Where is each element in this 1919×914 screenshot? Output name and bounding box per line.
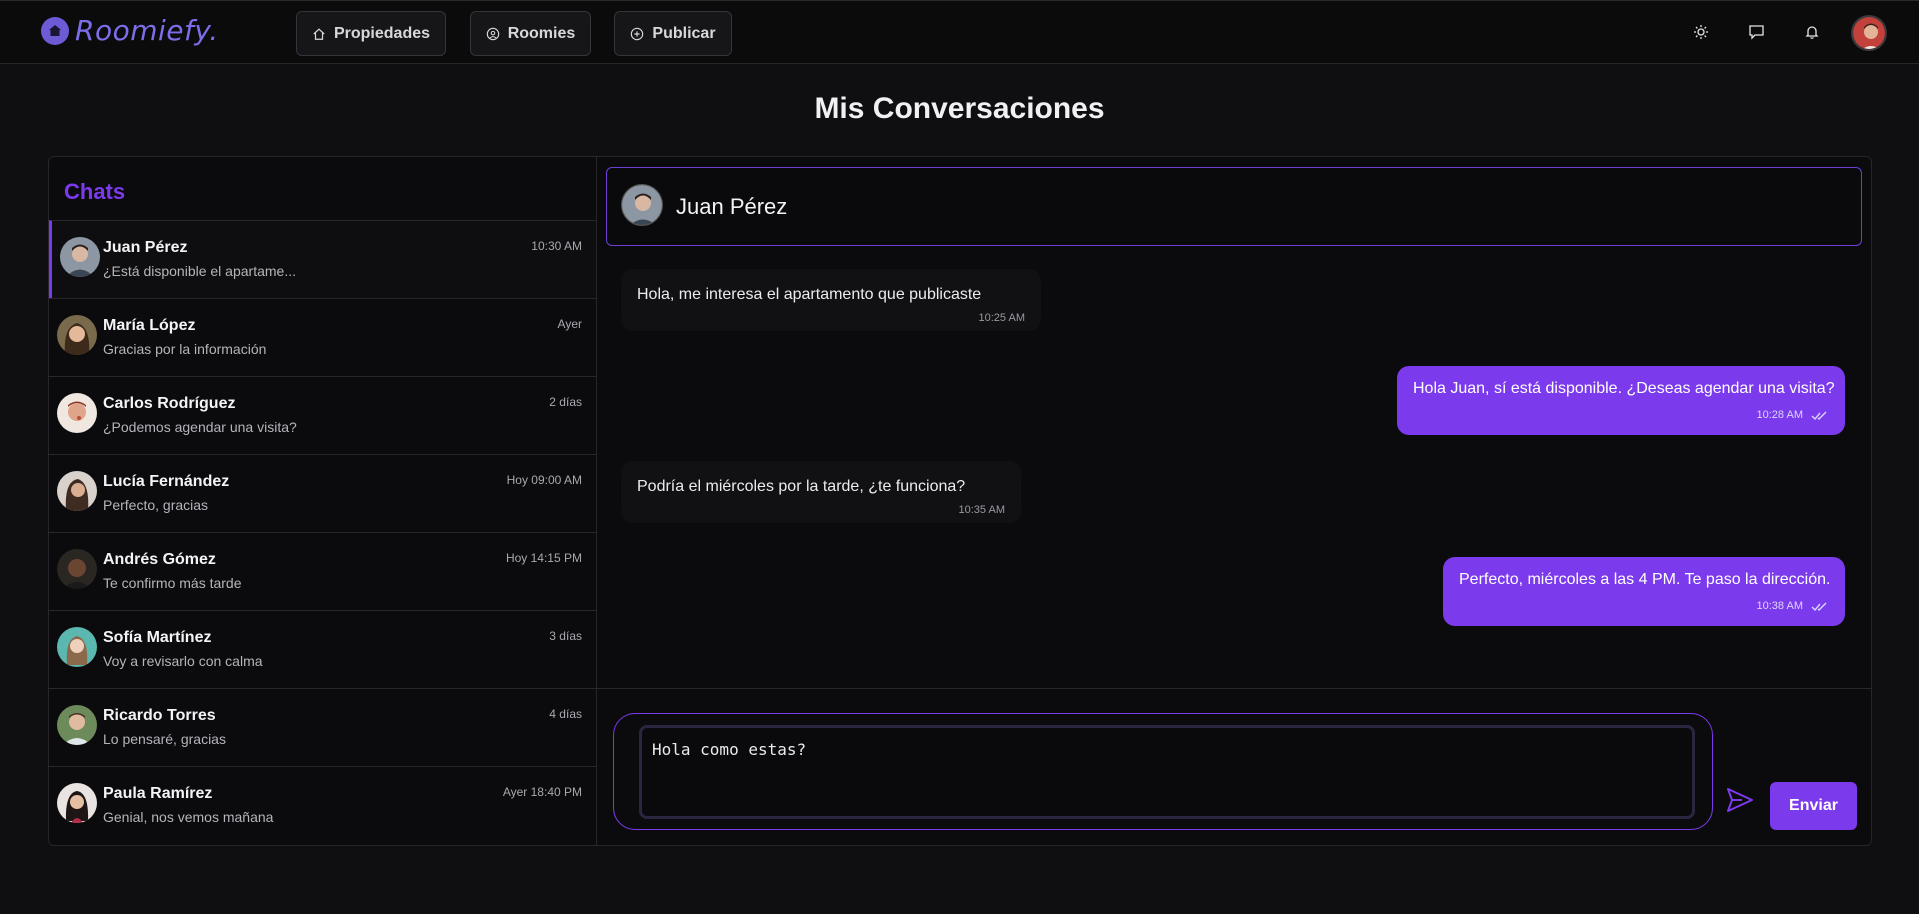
send-icon[interactable]	[1726, 787, 1754, 813]
chat-preview: Te confirmo más tarde	[103, 575, 242, 591]
chat-time: Ayer 18:40 PM	[502, 785, 582, 799]
avatar	[57, 393, 97, 433]
messages-panel: Chats Juan Pérez ¿Está disponible el apa…	[48, 156, 1872, 846]
chat-preview: Gracias por la información	[103, 341, 267, 357]
message-text: Perfecto, miércoles a las 4 PM. Te paso …	[1459, 571, 1831, 588]
chat-time: Hoy 09:00 AM	[506, 473, 582, 487]
chat-list: Chats Juan Pérez ¿Está disponible el apa…	[49, 157, 597, 845]
chat-name: Carlos Rodríguez	[103, 395, 236, 412]
avatar	[60, 237, 100, 277]
chat-name: Juan Pérez	[103, 239, 188, 256]
message-time: 10:38 AM	[1756, 600, 1803, 612]
avatar	[57, 315, 97, 355]
nav-roomies-button[interactable]: Roomies	[470, 11, 591, 56]
bell-icon[interactable]	[1801, 21, 1823, 43]
send-button[interactable]: Enviar	[1770, 782, 1857, 830]
home-icon	[313, 27, 325, 40]
chats-heading: Chats	[64, 179, 126, 204]
message-time: 10:25 AM	[978, 312, 1025, 324]
chat-name: María López	[103, 317, 196, 334]
avatar	[57, 471, 97, 511]
chat-time: 10:30 AM	[531, 239, 582, 253]
chat-time: 3 días	[549, 629, 582, 643]
message-input[interactable]: Hola como estas?	[639, 725, 1695, 819]
chat-preview: Voy a revisarlo con calma	[103, 653, 263, 669]
chat-item-juan-perez[interactable]: Juan Pérez ¿Está disponible el apartame.…	[49, 220, 596, 298]
plus-circle-icon	[631, 27, 644, 40]
message-outgoing: Hola Juan, sí está disponible. ¿Deseas a…	[1397, 366, 1845, 435]
chat-time: Ayer	[557, 317, 582, 331]
chat-name: Ricardo Torres	[103, 707, 216, 724]
avatar	[57, 705, 97, 745]
message-incoming: Hola, me interesa el apartamento que pub…	[621, 269, 1041, 331]
avatar[interactable]	[1851, 15, 1887, 51]
chat-preview: Perfecto, gracias	[103, 497, 209, 513]
chat-preview: ¿Está disponible el apartame...	[103, 263, 296, 279]
contact-name: Juan Pérez	[676, 194, 788, 219]
divider	[597, 688, 1871, 689]
chat-name: Andrés Gómez	[103, 551, 216, 568]
avatar	[621, 184, 663, 226]
chat-item-carlos-rodriguez[interactable]: Carlos Rodríguez ¿Podemos agendar una vi…	[49, 376, 596, 454]
chat-name: Lucía Fernández	[103, 473, 230, 490]
avatar	[57, 549, 97, 589]
top-navbar: Roomiefy. Propiedades Roomies Publicar	[0, 0, 1919, 64]
chat-time: 2 días	[549, 395, 582, 409]
nav-publicar-button[interactable]: Publicar	[614, 11, 732, 56]
user-circle-icon	[486, 27, 499, 40]
double-check-icon	[1811, 411, 1827, 421]
composer: Hola como estas?	[613, 713, 1713, 830]
message-outgoing: Perfecto, miércoles a las 4 PM. Te paso …	[1443, 557, 1845, 626]
chat-preview: Lo pensaré, gracias	[103, 731, 226, 747]
chat-item-maria-lopez[interactable]: María López Gracias por la información A…	[49, 298, 596, 376]
avatar	[57, 627, 97, 667]
avatar	[57, 783, 97, 823]
nav-publicar-label: Publicar	[652, 24, 716, 42]
message-text: Hola Juan, sí está disponible. ¿Deseas a…	[1413, 380, 1835, 397]
message-incoming: Podría el miércoles por la tarde, ¿te fu…	[621, 461, 1021, 523]
sun-icon[interactable]	[1690, 21, 1712, 43]
chat-time: 4 días	[549, 707, 582, 721]
home-logo-icon	[41, 16, 69, 45]
message-time: 10:35 AM	[958, 504, 1005, 516]
message-text: Hola, me interesa el apartamento que pub…	[637, 286, 982, 303]
nav-roomies-label: Roomies	[507, 24, 576, 42]
nav-propiedades-label: Propiedades	[333, 24, 431, 42]
chat-preview: Genial, nos vemos mañana	[103, 809, 274, 825]
chat-icon[interactable]	[1745, 21, 1767, 43]
conversation-header: Juan Pérez	[606, 167, 1862, 246]
chat-item-ricardo-torres[interactable]: Ricardo Torres Lo pensaré, gracias 4 día…	[49, 688, 596, 766]
chat-name: Sofía Martínez	[103, 629, 212, 646]
nav-propiedades-button[interactable]: Propiedades	[296, 11, 446, 56]
chat-item-sofia-martinez[interactable]: Sofía Martínez Voy a revisarlo con calma…	[49, 610, 596, 688]
page-title: Mis Conversaciones	[814, 92, 1105, 125]
brand-name: Roomiefy.	[75, 14, 219, 47]
chat-item-lucia-fernandez[interactable]: Lucía Fernández Perfecto, gracias Hoy 09…	[49, 454, 596, 532]
chat-item-andres-gomez[interactable]: Andrés Gómez Te confirmo más tarde Hoy 1…	[49, 532, 596, 610]
chat-time: Hoy 14:15 PM	[505, 551, 582, 565]
double-check-icon	[1811, 602, 1827, 612]
logo[interactable]: Roomiefy.	[41, 14, 219, 47]
chat-preview: ¿Podemos agendar una visita?	[103, 419, 297, 435]
message-time: 10:28 AM	[1756, 409, 1803, 421]
chat-item-paula-ramirez[interactable]: Paula Ramírez Genial, nos vemos mañana A…	[49, 766, 596, 844]
message-text: Podría el miércoles por la tarde, ¿te fu…	[637, 478, 966, 495]
chat-name: Paula Ramírez	[103, 785, 213, 802]
